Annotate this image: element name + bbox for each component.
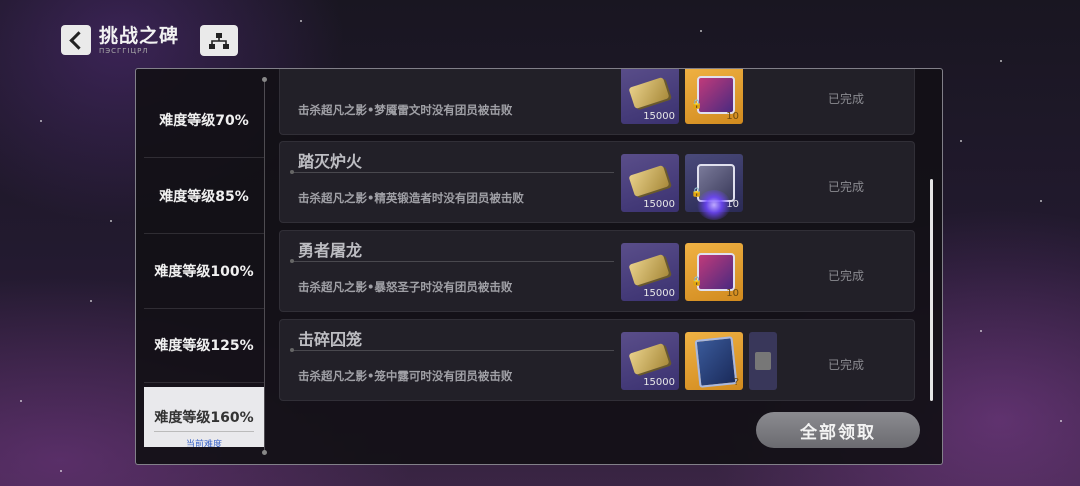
page-subtitle: ПЭСГГIЦРЛ xyxy=(99,47,149,55)
reward-slot[interactable]: 🔒 10 xyxy=(685,243,743,301)
list-scrollbar[interactable] xyxy=(930,179,933,401)
difficulty-tab-70[interactable]: 难度等级70% xyxy=(144,83,264,158)
reward-slot[interactable]: 15000 xyxy=(621,154,679,212)
title-underline xyxy=(290,348,614,352)
sidebar-divider xyxy=(264,79,265,453)
difficulty-label: 难度等级125% xyxy=(154,338,254,354)
ticket-icon xyxy=(628,253,670,287)
difficulty-tab-125[interactable]: 难度等级125% xyxy=(144,308,264,383)
reward-count: 10 xyxy=(726,288,739,299)
challenge-row: 击杀超凡之影•梦魇雷文时没有团员被击败 15000 🔒 10 已完成 xyxy=(279,69,915,135)
challenge-list[interactable]: 击杀超凡之影•梦魇雷文时没有团员被击败 15000 🔒 10 已完成 踏灭炉火 … xyxy=(279,69,917,409)
reward-count: 15000 xyxy=(643,288,675,299)
back-arrow-icon xyxy=(69,30,88,50)
challenge-description: 击杀超凡之影•暴怒圣子时没有团员被击败 xyxy=(298,280,513,294)
reward-slot[interactable]: 15000 xyxy=(621,69,679,124)
ticket-icon xyxy=(628,76,670,110)
claim-all-button[interactable]: 全部领取 xyxy=(756,412,920,448)
challenge-row: 踏灭炉火 击杀超凡之影•精英锻造者时没有团员被击败 15000 🔒 10 已完成 xyxy=(279,141,915,223)
difficulty-label: 难度等级160% xyxy=(154,410,254,426)
hierarchy-icon xyxy=(209,32,229,49)
reward-count: ? xyxy=(733,377,739,388)
status-label: 已完成 xyxy=(828,269,865,283)
title-underline xyxy=(290,170,614,174)
difficulty-tab-100[interactable]: 难度等级100% xyxy=(144,234,264,309)
ticket-icon xyxy=(628,342,670,376)
challenge-panel: 难度等级70% 难度等级85% 难度等级100% 难度等级125% 难度等级16… xyxy=(135,68,943,465)
reward-count: 15000 xyxy=(643,377,675,388)
difficulty-label: 难度等级100% xyxy=(154,264,254,280)
status-label: 已完成 xyxy=(828,358,865,372)
lock-icon: 🔒 xyxy=(691,277,703,287)
divider-dot xyxy=(262,77,267,82)
status-label: 已完成 xyxy=(828,180,865,194)
chest-icon xyxy=(697,253,735,291)
chest-icon xyxy=(697,76,735,114)
difficulty-label: 难度等级85% xyxy=(159,189,249,205)
difficulty-tab-85[interactable]: 难度等级85% xyxy=(144,159,264,234)
difficulty-sidebar: 难度等级70% 难度等级85% 难度等级100% 难度等级125% 难度等级16… xyxy=(144,79,264,449)
reward-slot[interactable]: ? xyxy=(685,332,743,390)
reward-slot[interactable]: 🔒 10 xyxy=(685,69,743,124)
challenge-row: 勇者屠龙 击杀超凡之影•暴怒圣子时没有团员被击败 15000 🔒 10 已完成 xyxy=(279,230,915,312)
reward-count: 15000 xyxy=(643,111,675,122)
challenge-description: 击杀超凡之影•笼中露可时没有团员被击败 xyxy=(298,369,513,383)
reward-count: 15000 xyxy=(643,199,675,210)
hierarchy-button[interactable] xyxy=(200,25,238,56)
status-label: 已完成 xyxy=(828,92,865,106)
title-underline xyxy=(290,259,614,263)
page-title: 挑战之碑 xyxy=(99,25,180,47)
reward-count: 10 xyxy=(726,111,739,122)
difficulty-label: 难度等级70% xyxy=(159,113,249,129)
top-bar: 挑战之碑 ПЭСГГIЦРЛ xyxy=(61,24,238,56)
ticket-icon xyxy=(628,164,670,198)
back-button[interactable] xyxy=(61,25,91,55)
challenge-title: 踏灭炉火 xyxy=(298,152,363,171)
challenge-title: 勇者屠龙 xyxy=(298,241,363,260)
title-block: 挑战之碑 ПЭСГГIЦРЛ xyxy=(99,25,179,55)
reward-slot[interactable]: 15000 xyxy=(621,332,679,390)
touch-glow-effect xyxy=(697,190,731,220)
current-difficulty-label: 当前难度 xyxy=(154,431,254,447)
challenge-description: 击杀超凡之影•精英锻造者时没有团员被击败 xyxy=(298,191,524,205)
partial-reward-icon xyxy=(755,352,771,370)
card-icon xyxy=(694,336,738,388)
difficulty-tab-160[interactable]: 难度等级160% 当前难度 xyxy=(144,387,264,447)
challenge-title: 击碎囚笼 xyxy=(298,330,363,349)
lock-icon: 🔒 xyxy=(691,100,703,110)
reward-slot[interactable] xyxy=(749,332,777,390)
divider-dot xyxy=(262,450,267,455)
reward-slot[interactable]: 15000 xyxy=(621,243,679,301)
challenge-row: 击碎囚笼 击杀超凡之影•笼中露可时没有团员被击败 15000 ? 已完成 xyxy=(279,319,915,401)
challenge-description: 击杀超凡之影•梦魇雷文时没有团员被击败 xyxy=(298,103,513,117)
